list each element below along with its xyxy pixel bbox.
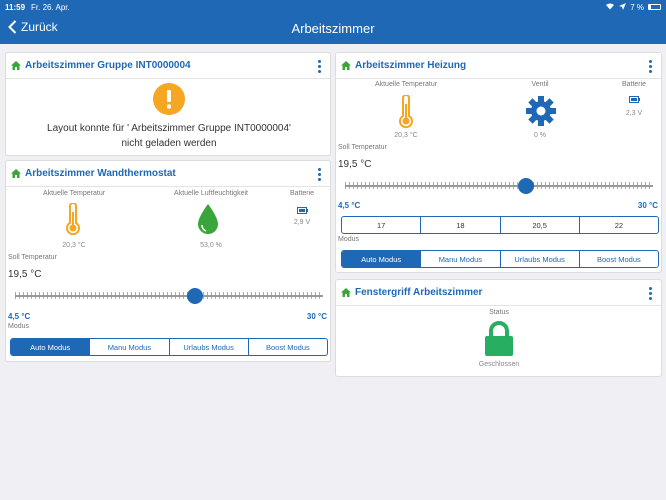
current-temperature-label: Aktuelle Temperatur <box>42 190 106 197</box>
card-title: Fenstergriff Arbeitszimmer <box>355 287 483 298</box>
card-header: Arbeitszimmer Gruppe INT0000004 <box>6 53 330 79</box>
thermometer-icon <box>66 203 80 235</box>
temperature-presets: 17 18 20,5 22 <box>341 216 659 234</box>
mode-auto-button[interactable]: Auto Modus <box>11 339 90 355</box>
current-temperature-label: Aktuelle Temperatur <box>374 81 438 88</box>
wifi-icon <box>605 2 615 12</box>
mode-manual-button[interactable]: Manu Modus <box>89 339 168 355</box>
mode-selector: Auto Modus Manu Modus Urlaubs Modus Boos… <box>10 338 328 356</box>
location-icon <box>619 2 627 12</box>
thermometer-icon <box>399 95 413 129</box>
preset-button[interactable]: 18 <box>420 217 499 233</box>
gear-icon <box>526 96 556 126</box>
status-date: Fr. 26. Apr. <box>31 2 70 12</box>
home-icon <box>341 288 351 297</box>
mode-auto-button[interactable]: Auto Modus <box>342 251 421 267</box>
set-temperature-label: Soll Temperatur <box>8 254 57 261</box>
battery-icon <box>629 96 640 103</box>
preset-button[interactable]: 17 <box>342 217 420 233</box>
current-humidity-label: Aktuelle Luftfeuchtigkeit <box>174 190 248 197</box>
battery-icon <box>297 207 308 214</box>
mode-label: Modus <box>8 323 30 330</box>
more-options-button[interactable] <box>318 60 322 73</box>
preset-button[interactable]: 20,5 <box>499 217 579 233</box>
humidity-drop-icon <box>198 204 218 234</box>
status-indicators: 7 % <box>605 2 661 12</box>
temperature-slider-track[interactable] <box>15 295 323 297</box>
mode-boost-button[interactable]: Boost Modus <box>247 339 327 355</box>
lock-icon <box>485 321 513 356</box>
mode-label: Modus <box>338 236 360 243</box>
window-handle-card: Fenstergriff Arbeitszimmer Status Geschl… <box>335 279 662 377</box>
card-title: Arbeitszimmer Gruppe INT0000004 <box>25 60 191 71</box>
card-title: Arbeitszimmer Wandthermostat <box>25 168 176 179</box>
card-header: Arbeitszimmer Heizung <box>336 53 661 79</box>
set-temperature-value: 19,5 °C <box>338 159 372 170</box>
slider-max-label: 30 °C <box>637 201 658 210</box>
status-value: Geschlossen <box>478 361 520 368</box>
nav-bar: Zurück Arbeitszimmer <box>0 14 666 44</box>
card-header: Arbeitszimmer Wandthermostat <box>6 161 330 187</box>
mode-vacation-button[interactable]: Urlaubs Modus <box>499 251 579 267</box>
more-options-button[interactable] <box>649 60 653 73</box>
status-time: 11:59 <box>5 2 26 12</box>
mode-selector: Auto Modus Manu Modus Urlaubs Modus Boos… <box>341 250 659 268</box>
status-label: Status <box>489 309 509 316</box>
temperature-slider-track[interactable] <box>345 185 653 187</box>
home-icon <box>11 61 21 70</box>
current-humidity-value: 53,0 % <box>200 242 222 249</box>
battery-percent: 7 % <box>630 2 644 12</box>
group-card: Arbeitszimmer Gruppe INT0000004 Layout k… <box>5 52 331 156</box>
warning-icon <box>153 83 185 115</box>
card-header: Fenstergriff Arbeitszimmer <box>336 280 661 306</box>
temperature-slider-thumb[interactable] <box>518 178 534 194</box>
more-options-button[interactable] <box>318 168 322 181</box>
valve-value: 0 % <box>533 132 547 139</box>
battery-value: 2,3 V <box>625 110 643 117</box>
set-temperature-value: 19,5 °C <box>8 269 42 280</box>
set-temperature-label: Soll Temperatur <box>338 144 387 151</box>
battery-value: 2,9 V <box>293 219 311 226</box>
home-icon <box>11 169 21 178</box>
mode-boost-button[interactable]: Boost Modus <box>578 251 658 267</box>
slider-min-label: 4,5 °C <box>338 201 361 210</box>
slider-min-label: 4,5 °C <box>8 312 31 321</box>
current-temperature-value: 20,3 °C <box>62 242 86 249</box>
temperature-slider-thumb[interactable] <box>187 288 203 304</box>
mode-vacation-button[interactable]: Urlaubs Modus <box>168 339 248 355</box>
battery-label: Batterie <box>621 81 647 88</box>
card-title: Arbeitszimmer Heizung <box>355 60 467 71</box>
current-temperature-value: 20,3 °C <box>394 132 418 139</box>
home-icon <box>341 61 351 70</box>
page-title: Arbeitszimmer <box>291 21 375 36</box>
battery-icon <box>648 4 661 10</box>
wall-thermostat-card: Arbeitszimmer Wandthermostat Aktuelle Te… <box>5 160 331 362</box>
valve-label: Ventil <box>531 81 549 88</box>
preset-button[interactable]: 22 <box>578 217 658 233</box>
more-options-button[interactable] <box>649 287 653 300</box>
mode-manual-button[interactable]: Manu Modus <box>420 251 499 267</box>
error-message: Layout konnte für ' Arbeitszimmer Gruppe… <box>47 123 291 149</box>
status-bar: 11:59 Fr. 26. Apr. 7 % <box>0 0 666 14</box>
slider-max-label: 30 °C <box>306 312 327 321</box>
heating-card: Arbeitszimmer Heizung Aktuelle Temperatu… <box>335 52 662 273</box>
battery-label: Batterie <box>289 190 315 197</box>
